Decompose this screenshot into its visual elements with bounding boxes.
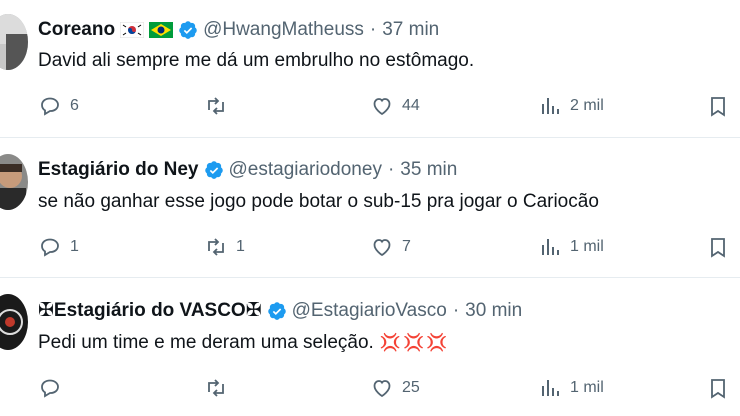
avatar-image xyxy=(0,14,28,70)
like-icon xyxy=(373,98,391,116)
views-count: 1 mil xyxy=(570,379,604,396)
verified-badge-icon xyxy=(267,302,286,320)
reply-icon xyxy=(41,238,59,257)
verified-badge-icon xyxy=(204,161,223,179)
separator: · xyxy=(369,19,377,40)
display-name[interactable]: Coreano xyxy=(38,18,115,42)
action-bar: 25 1 mil xyxy=(38,374,738,402)
timestamp[interactable]: 30 min xyxy=(465,299,522,323)
retweet-button[interactable] xyxy=(204,92,236,120)
display-name[interactable]: Estagiário do Ney xyxy=(38,158,199,182)
verified-badge-icon xyxy=(179,21,197,39)
bookmark-button[interactable] xyxy=(706,374,730,402)
tweet-header: ✠Estagiário do VASCO✠ @EstagiarioVasco ·… xyxy=(38,299,522,323)
timestamp[interactable]: 37 min xyxy=(382,18,439,42)
user-handle[interactable]: @EstagiarioVasco xyxy=(292,299,447,323)
user-handle[interactable]: @HwangMatheuss xyxy=(203,18,364,42)
anger-emoji: 💢💢💢 xyxy=(379,333,450,352)
retweet-button[interactable]: 1 xyxy=(204,233,245,261)
views-count: 1 mil xyxy=(570,238,604,255)
tweet-2[interactable]: Estagiário do Ney @estagiariodoney · 35 … xyxy=(0,138,740,276)
action-bar: 6 44 2 mil xyxy=(38,92,738,120)
views-button[interactable]: 1 mil xyxy=(538,374,604,402)
reply-button[interactable]: 1 xyxy=(38,233,79,261)
tweet-text: se não ganhar esse jogo pode botar o sub… xyxy=(38,191,599,212)
avatar[interactable] xyxy=(0,294,28,350)
views-icon xyxy=(542,380,559,396)
retweet-count: 1 xyxy=(236,238,245,255)
brazil-flag-icon xyxy=(149,18,174,42)
like-count: 7 xyxy=(402,238,411,255)
korea-flag-icon xyxy=(120,18,145,42)
retweet-icon xyxy=(208,238,224,256)
avatar-image xyxy=(0,294,28,350)
avatar[interactable] xyxy=(0,154,28,210)
tweet-3[interactable]: ✠Estagiário do VASCO✠ @EstagiarioVasco ·… xyxy=(0,278,740,416)
tweet-text-container: Pedi um time e me deram uma seleção. 💢💢💢 xyxy=(38,331,449,355)
reply-button[interactable]: 6 xyxy=(38,92,79,120)
like-button[interactable]: 7 xyxy=(370,233,411,261)
views-count: 2 mil xyxy=(570,97,604,114)
tweet-1[interactable]: Coreano @HwangMatheuss · 37 min David al… xyxy=(0,0,740,136)
reply-button[interactable] xyxy=(38,374,70,402)
avatar[interactable] xyxy=(0,14,28,70)
reply-icon xyxy=(41,379,59,398)
tweet-header: Estagiário do Ney @estagiariodoney · 35 … xyxy=(38,158,457,182)
retweet-icon xyxy=(208,379,224,397)
bookmark-icon xyxy=(711,97,725,117)
display-name[interactable]: ✠Estagiário do VASCO✠ xyxy=(38,299,262,323)
bookmark-icon xyxy=(711,238,725,258)
views-icon xyxy=(542,239,559,255)
reply-count: 1 xyxy=(70,238,79,255)
like-button[interactable]: 25 xyxy=(370,374,420,402)
like-button[interactable]: 44 xyxy=(370,92,420,120)
timestamp[interactable]: 35 min xyxy=(400,158,457,182)
separator: · xyxy=(387,159,395,180)
bookmark-button[interactable] xyxy=(706,92,730,120)
avatar-image xyxy=(0,154,28,210)
like-icon xyxy=(373,239,391,257)
views-icon xyxy=(542,98,559,114)
retweet-icon xyxy=(208,97,224,115)
like-icon xyxy=(373,380,391,398)
retweet-button[interactable] xyxy=(204,374,236,402)
like-count: 44 xyxy=(402,97,420,114)
action-bar: 1 1 7 1 mil xyxy=(38,233,738,261)
bookmark-icon xyxy=(711,379,725,399)
views-button[interactable]: 2 mil xyxy=(538,92,604,120)
user-handle[interactable]: @estagiariodoney xyxy=(229,158,382,182)
tweet-text: Pedi um time e me deram uma seleção. xyxy=(38,332,374,353)
reply-icon xyxy=(41,97,59,116)
views-button[interactable]: 1 mil xyxy=(538,233,604,261)
separator: · xyxy=(452,300,460,321)
tweet-header: Coreano @HwangMatheuss · 37 min xyxy=(38,18,439,42)
like-count: 25 xyxy=(402,379,420,396)
tweet-text: David ali sempre me dá um embrulho no es… xyxy=(38,50,475,71)
reply-count: 6 xyxy=(70,97,79,114)
bookmark-button[interactable] xyxy=(706,233,730,261)
